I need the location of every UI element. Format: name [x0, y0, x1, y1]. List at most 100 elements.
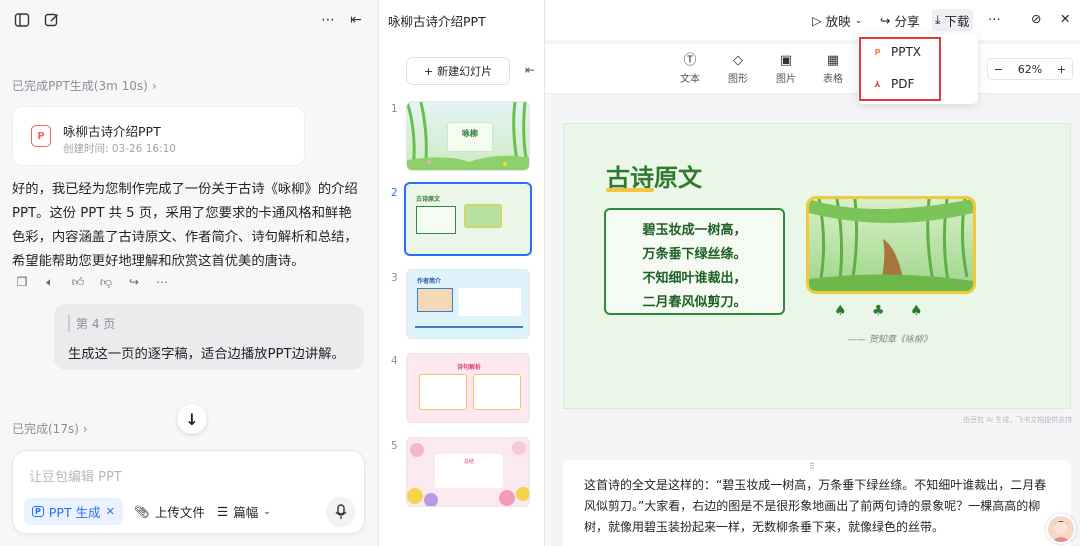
thumb-number: 4: [391, 355, 398, 367]
chevron-right-icon: ›: [151, 78, 157, 93]
done-status-text: 已完成(17s): [12, 422, 79, 436]
poem-line: 不知细叶谁裁出，: [642, 271, 747, 286]
play-icon: ▷: [812, 13, 822, 28]
more-icon[interactable]: ⋯: [154, 274, 170, 290]
poem-line: 二月春风似剪刀。: [642, 295, 747, 310]
tool-label: 文本: [680, 74, 700, 85]
download-label: 下载: [944, 13, 970, 29]
tool-label: 表格: [823, 74, 843, 85]
plus-icon: +: [423, 64, 434, 78]
quoted-page: 第 4 页: [68, 315, 115, 332]
copy-icon[interactable]: ❐: [14, 274, 30, 290]
user-message-bubble: 第 4 页 生成这一页的逐字稿，适合边播放PPT边讲解。: [54, 304, 364, 370]
menu-label: PDF: [891, 77, 915, 91]
new-slide-button[interactable]: + 新建幻灯片: [406, 57, 510, 85]
microphone-icon: [335, 504, 347, 519]
image-icon: ▣: [779, 53, 793, 68]
length-dropdown[interactable]: ☰ 篇幅 ⌄: [217, 498, 271, 525]
paperclip-icon: 📎︎: [134, 503, 150, 519]
title-underline: [606, 188, 654, 192]
collapse-panel-icon[interactable]: ⇤: [346, 10, 366, 30]
new-slide-label: 新建幻灯片: [437, 65, 493, 78]
new-chat-icon[interactable]: [42, 10, 62, 30]
editor-topbar: ▷ 放映 ⌄ ↪ 分享 ⤓ 下载 ⋯ ⊘ ✕: [545, 0, 1080, 40]
ppt-file-card[interactable]: P 咏柳古诗介绍PPT 创建时间: 03-26 16:10: [12, 106, 305, 166]
thumb-title: 总结: [435, 454, 503, 488]
collapse-list-icon[interactable]: ⇤: [525, 63, 535, 77]
slide-thumbnail[interactable]: 诗句解析: [406, 353, 530, 423]
download-icon: ⤓: [935, 12, 941, 27]
slide-thumbnail-selected[interactable]: 古诗原文: [404, 182, 532, 256]
tool-label: 图片: [776, 74, 796, 85]
table-icon: ▦: [826, 53, 840, 68]
share-label: 分享: [894, 14, 920, 29]
avatar[interactable]: [1046, 514, 1076, 544]
thumb-title: 古诗原文: [416, 196, 441, 203]
thumbs-up-icon[interactable]: 👍︎: [70, 274, 86, 290]
document-title: 咏柳古诗介绍PPT: [388, 14, 486, 29]
chat-input[interactable]: 让豆包编辑 PPT: [29, 466, 122, 485]
speaker-icon[interactable]: 🔈︎: [42, 274, 58, 290]
more-icon[interactable]: ⋯: [318, 10, 338, 30]
ppt-status[interactable]: 已完成PPT生成(3m 10s) ›: [12, 77, 157, 94]
slide-thumbnail[interactable]: 总结: [406, 437, 530, 507]
pdf-icon: ⅄: [874, 79, 881, 89]
sprout-icon: ♣: [872, 303, 885, 319]
slide-list-panel: + 新建幻灯片 ⇤ 1 咏柳 2 古诗原文 3 作者简介 4 诗句解析 5 总结: [379, 0, 545, 546]
poem-box: 碧玉妆成一树高， 万条垂下绿丝绦。 不知细叶谁裁出， 二月春风似剪刀。: [604, 208, 785, 315]
share-icon: ↪: [880, 13, 891, 28]
text-icon: Ⓣ: [683, 53, 697, 68]
chevron-down-icon: ⌄: [263, 506, 271, 517]
length-icon: ☰: [217, 504, 229, 519]
upload-label: 上传文件: [154, 505, 205, 520]
zoom-in-button[interactable]: +: [1051, 63, 1072, 76]
scroll-down-button[interactable]: ↓: [177, 404, 207, 434]
play-label: 放映: [825, 14, 851, 29]
speaker-notes-text: 这首诗的全文是这样的：“碧玉妆成一树高，万条垂下绿丝绦。不知细叶谁裁出，二月春风…: [584, 478, 1047, 534]
download-pdf-option[interactable]: ⅄ PDF: [872, 77, 914, 91]
microphone-button[interactable]: [326, 497, 356, 527]
more-icon[interactable]: ⋯: [988, 11, 1001, 26]
upload-file-button[interactable]: 📎︎ 上传文件: [134, 498, 205, 525]
done-status[interactable]: 已完成(17s) ›: [12, 420, 88, 437]
speaker-notes[interactable]: ⠿ 这首诗的全文是这样的：“碧玉妆成一树高，万条垂下绿丝绦。不知细叶谁裁出，二月…: [563, 460, 1071, 546]
poem-author: —— 贺知章《咏柳》: [848, 335, 932, 345]
share-icon[interactable]: ↪: [126, 274, 142, 290]
shape-icon: ◇: [733, 53, 743, 68]
close-icon[interactable]: ✕: [1060, 11, 1070, 26]
willow-illustration: [806, 196, 976, 294]
ppt-mode-label: PPT 生成: [48, 505, 101, 520]
user-message: 生成这一页的逐字稿，适合边播放PPT边讲解。: [68, 347, 345, 362]
chevron-down-icon: ⌄: [854, 15, 863, 26]
zoom-out-button[interactable]: −: [988, 63, 1009, 76]
leaf-icon: ♠: [910, 303, 923, 319]
slide-canvas[interactable]: 古诗原文 碧玉妆成一树高， 万条垂下绿丝绦。 不知细叶谁裁出， 二月春风似剪刀。…: [563, 123, 1071, 409]
download-button[interactable]: ⤓ 下载: [932, 9, 973, 31]
compass-icon[interactable]: ⊘: [1031, 11, 1041, 26]
poem-line: 万条垂下绿丝绦。: [642, 247, 747, 262]
thumb-title: 咏柳: [447, 122, 493, 152]
share-button[interactable]: ↪ 分享: [880, 11, 920, 30]
tool-label: 图形: [728, 74, 748, 85]
sidebar-toggle-icon[interactable]: [12, 10, 32, 30]
thumbs-down-icon[interactable]: 👎︎: [98, 274, 114, 290]
ppt-mode-chip[interactable]: P PPT 生成 ✕: [24, 498, 123, 525]
insert-table-button[interactable]: ▦ 表格: [818, 52, 848, 85]
slide-thumbnail[interactable]: 作者简介: [406, 269, 530, 339]
insert-text-button[interactable]: Ⓣ 文本: [675, 52, 705, 85]
watermark: 由豆包 AI 生成，飞书文档提供支持: [963, 416, 1073, 424]
play-button[interactable]: ▷ 放映 ⌄: [812, 11, 862, 30]
pptx-icon: P: [874, 47, 881, 57]
close-icon[interactable]: ✕: [106, 505, 115, 518]
slide-thumbnail[interactable]: 咏柳: [406, 101, 530, 171]
message-actions: ❐ 🔈︎ 👍︎ 👎︎ ↪ ⋯: [14, 274, 170, 290]
download-pptx-option[interactable]: P PPTX: [872, 45, 921, 59]
ppt-file-icon: P: [31, 125, 51, 147]
thumb-number: 5: [391, 440, 398, 452]
zoom-level: 62%: [1017, 62, 1043, 76]
insert-image-button[interactable]: ▣ 图片: [771, 52, 801, 85]
ppt-status-text: 已完成PPT生成(3m 10s): [12, 79, 148, 93]
insert-shape-button[interactable]: ◇ 图形: [723, 52, 753, 85]
drag-handle-icon[interactable]: ⠿: [809, 462, 815, 471]
download-menu: P PPTX ⅄ PDF: [858, 34, 978, 104]
